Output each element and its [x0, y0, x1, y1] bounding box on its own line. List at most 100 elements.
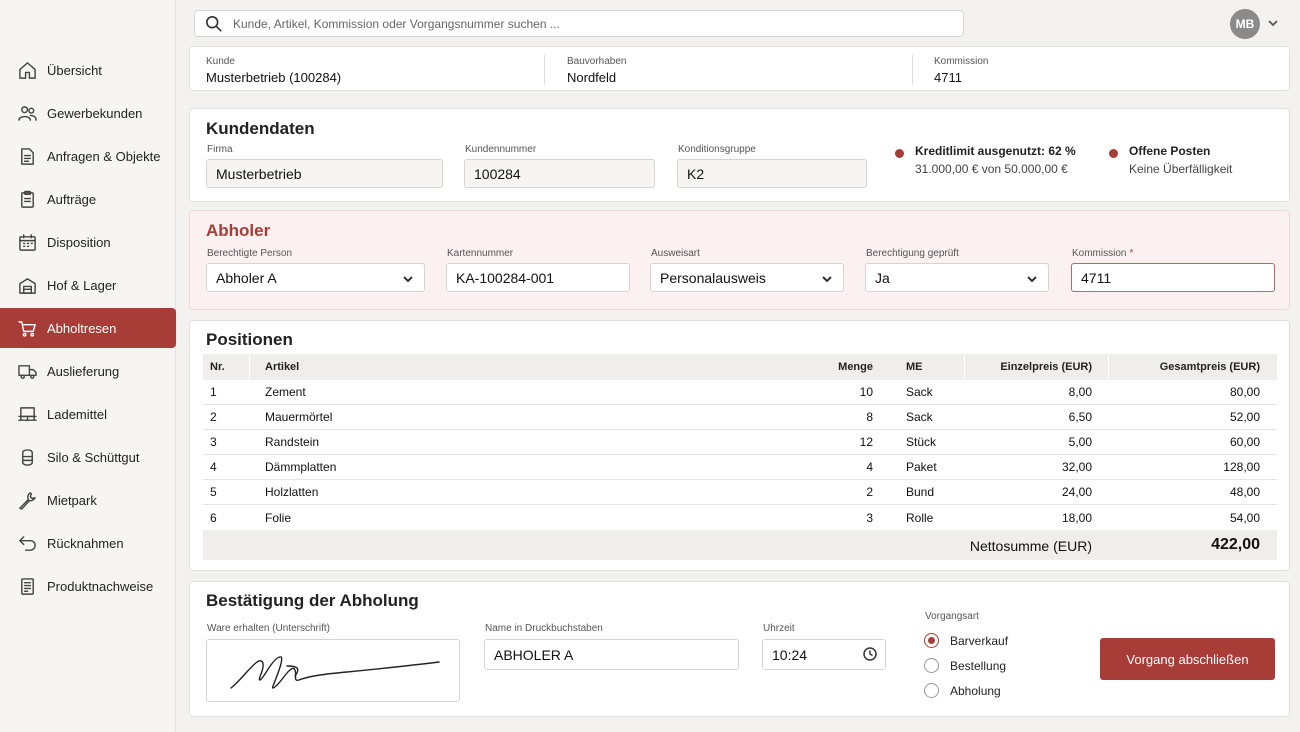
- chevron-down-icon: [402, 272, 414, 284]
- table-row[interactable]: 6 Folie 3 Rolle 18,00 54,00: [203, 505, 1277, 530]
- cell-gesamtpreis: 48,00: [1229, 485, 1260, 499]
- sidebar-item-auslieferung[interactable]: Auslieferung: [0, 351, 176, 391]
- pallet-icon: [17, 404, 37, 424]
- divider: [964, 354, 965, 380]
- cell-artikel: Folie: [265, 510, 292, 525]
- chevron-down-icon[interactable]: [1267, 17, 1281, 31]
- cell-nr: 2: [210, 410, 217, 424]
- abholer-kommission-label: Kommission *: [1072, 248, 1133, 259]
- sidebar-item-auftraege[interactable]: Aufträge: [0, 179, 176, 219]
- clock-icon[interactable]: [863, 647, 877, 661]
- table-footer: Nettosumme (EUR) 422,00: [203, 530, 1277, 560]
- kreditlimit-detail: 31.000,00 € von 50.000,00 €: [915, 162, 1068, 176]
- avatar[interactable]: MB: [1230, 9, 1260, 39]
- sidebar-item-mietpark[interactable]: Mietpark: [0, 480, 176, 520]
- sidebar-item-disposition[interactable]: Disposition: [0, 222, 176, 262]
- sidebar-item-gewerbekunden[interactable]: Gewerbekunden: [0, 93, 176, 133]
- divider: [1108, 354, 1109, 380]
- kommission-label: Kommission: [934, 56, 989, 67]
- konditionsgruppe-field[interactable]: K2: [677, 159, 867, 188]
- sidebar-item-label: Übersicht: [47, 62, 102, 78]
- radio-barverkauf[interactable]: Barverkauf: [924, 633, 1008, 648]
- required-marker: *: [1129, 248, 1134, 259]
- cell-nr: 6: [210, 510, 217, 525]
- cell-nr: 1: [210, 385, 217, 399]
- cell-artikel: Mauermörtel: [265, 410, 333, 424]
- uhrzeit-field[interactable]: 10:24: [762, 639, 886, 670]
- table-row[interactable]: 3 Randstein 12 Stück 5,00 60,00: [203, 430, 1277, 455]
- cell-artikel: Randstein: [265, 435, 320, 449]
- sidebar-item-hof-lager[interactable]: Hof & Lager: [0, 265, 176, 305]
- global-search[interactable]: [194, 10, 964, 37]
- kundennummer-field[interactable]: 100284: [464, 159, 655, 188]
- radio-abholung[interactable]: Abholung: [924, 683, 1001, 698]
- radio-circle[interactable]: [924, 658, 939, 673]
- kartennummer-field[interactable]: KA-100284-001: [446, 263, 630, 292]
- signature-pad[interactable]: [206, 639, 460, 702]
- berechtigte-person-value: Abholer A: [216, 269, 277, 286]
- kartennummer-label: Kartennummer: [447, 248, 514, 259]
- sidebar-item-anfragen[interactable]: Anfragen & Objekte: [0, 136, 176, 176]
- berechtigung-label: Berechtigung geprüft: [866, 248, 959, 259]
- cell-gesamtpreis: 128,00: [1223, 460, 1260, 474]
- uhrzeit-value: 10:24: [772, 646, 808, 663]
- sidebar-item-label: Abholtresen: [47, 320, 117, 336]
- cell-me: Rolle: [906, 510, 934, 525]
- kommission-info: Kommission 4711: [934, 56, 988, 85]
- sidebar-item-silo[interactable]: Silo & Schüttgut: [0, 437, 176, 477]
- berechtigung-select[interactable]: Ja: [865, 263, 1049, 292]
- sidebar-item-label: Aufträge: [47, 191, 97, 207]
- nettosumme-label: Nettosumme (EUR): [969, 538, 1092, 554]
- radio-bestellung[interactable]: Bestellung: [924, 658, 1006, 673]
- radio-circle[interactable]: [924, 683, 939, 698]
- kundennummer-label: Kundennummer: [465, 144, 537, 155]
- cell-menge: 10: [859, 385, 873, 399]
- kommission-value: 4711: [934, 70, 962, 85]
- table-row[interactable]: 1 Zement 10 Sack 8,00 80,00: [203, 380, 1277, 405]
- cell-einzelpreis: 32,00: [1061, 460, 1092, 474]
- table-row[interactable]: 4 Dämmplatten 4 Paket 32,00 128,00: [203, 455, 1277, 480]
- table-row[interactable]: 5 Holzlatten 2 Bund 24,00 48,00: [203, 480, 1277, 505]
- document-icon: [17, 146, 37, 166]
- search-input[interactable]: [233, 16, 963, 31]
- bauvorhaben-label: Bauvorhaben: [567, 56, 627, 67]
- cell-artikel: Zement: [265, 385, 306, 399]
- header-nr: Nr.: [210, 361, 225, 373]
- firma-field[interactable]: Musterbetrieb: [206, 159, 443, 188]
- abholer-kommission-field[interactable]: 4711: [1071, 263, 1275, 292]
- vorgang-abschliessen-button[interactable]: Vorgang abschließen: [1100, 638, 1275, 680]
- calendar-icon: [17, 232, 37, 252]
- status-dot: [895, 149, 904, 158]
- ausweisart-label: Ausweisart: [651, 248, 700, 259]
- sidebar: Übersicht Gewerbekunden Anfragen & Objek…: [0, 0, 176, 732]
- sidebar-item-label: Mietpark: [47, 492, 97, 508]
- radio-circle-selected[interactable]: [924, 633, 939, 648]
- berechtigte-person-select[interactable]: Abholer A: [206, 263, 425, 292]
- ausweisart-select[interactable]: Personalausweis: [650, 263, 844, 292]
- cell-menge: 4: [866, 460, 873, 474]
- name-field[interactable]: ABHOLER A: [484, 639, 739, 670]
- abholer-card: Abholer Berechtigte Person Abholer A Kar…: [189, 210, 1290, 310]
- firma-label: Firma: [207, 144, 233, 155]
- bestaetigung-title: Bestätigung der Abholung: [206, 591, 419, 610]
- nettosumme-value: 422,00: [1211, 536, 1260, 553]
- header-me: ME: [906, 361, 923, 373]
- table-row[interactable]: 2 Mauermörtel 8 Sack 6,50 52,00: [203, 405, 1277, 430]
- header-gesamtpreis: Gesamtpreis (EUR): [1159, 361, 1260, 373]
- kreditlimit-title: Kreditlimit ausgenutzt: 62 %: [915, 144, 1076, 158]
- sidebar-item-abholtresen[interactable]: Abholtresen: [0, 308, 176, 348]
- sidebar-item-label: Silo & Schüttgut: [47, 449, 140, 465]
- positionen-table: Nr. Artikel Menge ME Einzelpreis (EUR) G…: [203, 354, 1277, 560]
- sidebar-item-produktnachweise[interactable]: Produktnachweise: [0, 566, 176, 606]
- sidebar-item-label: Lademittel: [47, 406, 107, 422]
- cell-nr: 5: [210, 485, 217, 499]
- vorgangsart-label: Vorgangsart: [925, 611, 979, 622]
- sidebar-item-label: Auslieferung: [47, 363, 120, 379]
- cell-me: Bund: [906, 485, 935, 499]
- search-icon: [205, 15, 222, 32]
- sidebar-item-uebersicht[interactable]: Übersicht: [0, 50, 176, 90]
- sidebar-item-ruecknahmen[interactable]: Rücknahmen: [0, 523, 176, 563]
- cell-gesamtpreis: 54,00: [1229, 510, 1260, 525]
- sidebar-item-lademittel[interactable]: Lademittel: [0, 394, 176, 434]
- uhrzeit-label: Uhrzeit: [763, 623, 795, 634]
